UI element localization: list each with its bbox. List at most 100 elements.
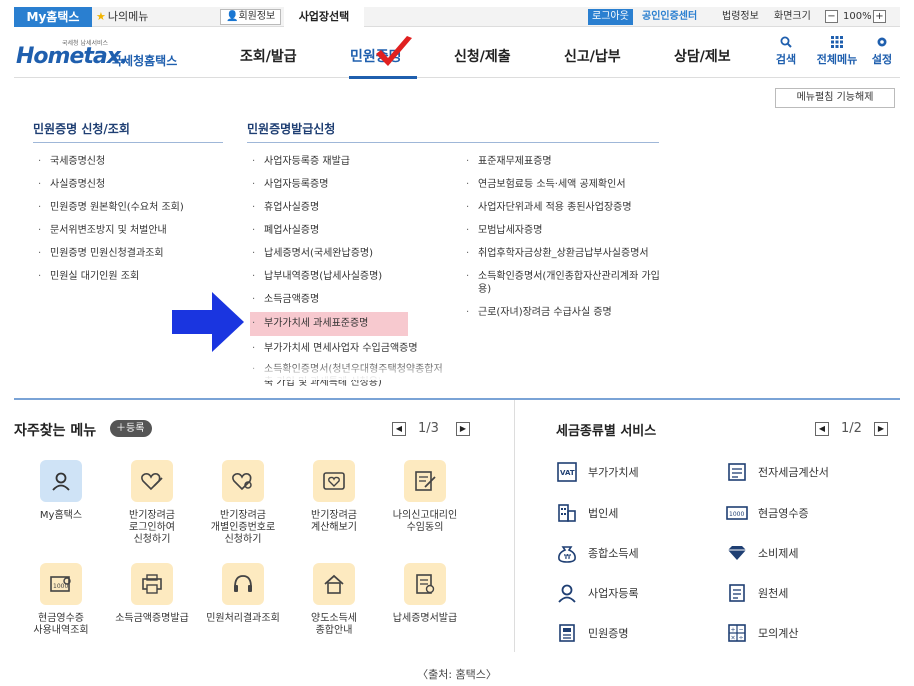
civil-apply-list: 국세증명신청 사실증명신청 민원증명 원본확인(수요처 조회) 문서위변조방지 … [36,155,236,293]
top-utility-bar: My홈택스 ★ 나의메뉴 👤회원정보 사업장선택 로그아웃 공인인증센터 법령정보… [14,7,900,27]
certificate-icon [556,622,578,644]
next-page-button[interactable]: ▶ [456,422,470,436]
quick-menu-tax-cert[interactable]: 납세증명서발급 [380,563,470,625]
menu-item[interactable]: 민원증명 민원신청결과조회 [36,247,236,260]
tax-service-e-invoice[interactable]: 전자세금계산서 [726,461,829,483]
tax-service-label: 민원증명 [588,627,629,640]
tax-service-simulation[interactable]: + − × ÷ 모의계산 [726,622,798,644]
tax-service-withholding[interactable]: 원천세 [726,582,788,604]
search-icon [766,36,806,51]
star-icon: ★ [96,10,106,23]
menu-item-highlighted[interactable]: 부가가치세 과세표준증명 [250,312,408,336]
quick-menu-incentive-cert[interactable]: 반기장려금 개별인증번호로 신청하기 [198,460,288,546]
menu-item[interactable]: 납세증명서(국세완납증명) [250,247,460,260]
tax-service-business-registration[interactable]: 사업자등록 [556,582,639,604]
hometax-page: My홈택스 ★ 나의메뉴 👤회원정보 사업장선택 로그아웃 공인인증센터 법령정보… [0,0,914,686]
menu-item[interactable]: 사업자등록증 재발급 [250,155,460,168]
tax-service-income[interactable]: ₩ 종합소득세 [556,542,639,564]
person-icon: 👤 [226,11,239,22]
quick-menu-transfer-tax[interactable]: 양도소득세 종합안내 [289,563,379,637]
tax-page-indicator: 1/2 [841,421,862,436]
tax-prev-page-button[interactable]: ◀ [815,422,829,436]
search-button[interactable]: 검색 [766,36,806,67]
menu-item[interactable]: 소득확인증명서(개인종합자산관리계좌 가입용) [464,270,660,296]
quick-menu-label: My홈택스 [39,510,83,521]
quick-menu-cash-receipt[interactable]: 1000 현금영수증 사용내역조회 [16,563,106,637]
calculator-icon: + − × ÷ [726,622,748,644]
business-select-button[interactable]: 사업장선택 [284,7,364,27]
quick-menu-label: 민원처리결과조회 [206,613,280,624]
menu-item[interactable]: 연금보험료등 소득·세액 공제확인서 [464,178,660,191]
quick-menu-incentive-calc[interactable]: 반기장려금 계산해보기 [289,460,379,534]
prev-page-button[interactable]: ◀ [392,422,406,436]
section-title-civil-apply: 민원증명 신청/조회 [33,122,130,136]
menu-item[interactable]: 표준재무제표증명 [464,155,660,168]
tax-service-consumption[interactable]: 소비제세 [726,542,798,564]
all-menu-button[interactable]: 전체메뉴 [814,36,860,67]
my-hometax-link[interactable]: My홈택스 [14,7,92,27]
law-info-link[interactable]: 법령정보 [722,7,759,27]
quick-menu-my-hometax[interactable]: My홈택스 [16,460,106,522]
quick-menu-incentive-login[interactable]: 반기장려금 로그인하여 신청하기 [107,460,197,546]
tax-service-vat[interactable]: VAT 부가가치세 [556,461,639,483]
cash-receipt-icon: 1000 [726,502,748,524]
menu-item[interactable]: 부가가치세 면세사업자 수입금액증명 [250,342,460,355]
svg-text:1000: 1000 [729,511,744,518]
invoice-icon [726,461,748,483]
svg-text:÷: ÷ [739,635,744,642]
document-print-icon [404,563,446,605]
member-info-label: 회원정보 [238,11,276,22]
public-cert-link[interactable]: 공인인증센터 [642,7,697,27]
hometax-logo[interactable]: 국세청 납세서비스 Hometax. 국세청홈택스 [16,38,196,72]
nav-inquiry[interactable]: 조회/발급 [240,46,297,66]
zoom-in-button[interactable]: + [873,10,886,23]
settings-button[interactable]: 설정 [862,36,902,67]
menu-item[interactable]: 사업자단위과세 적용 종된사업장증명 [464,201,660,214]
logout-button[interactable]: 로그아웃 [588,9,633,25]
frequent-page-indicator: 1/3 [418,421,439,436]
menu-item[interactable]: 근로(자녀)장려금 수급사실 증명 [464,306,660,319]
nav-consult[interactable]: 상담/제보 [674,46,731,66]
building-icon [556,502,578,524]
menu-item[interactable]: 취업후학자금상환_상환금납부사실증명서 [464,247,660,260]
civil-issue-list-col1: 사업자등록증 재발급 사업자등록증명 휴업사실증명 폐업사실증명 납세증명서(국… [250,155,460,389]
tax-service-corporate[interactable]: 법인세 [556,502,618,524]
menu-item[interactable]: 소득금액증명 [250,293,460,306]
menu-item[interactable]: 납부내역증명(납세사실증명) [250,270,460,283]
house-icon [313,563,355,605]
quick-menu-result-inquiry[interactable]: 민원처리결과조회 [198,563,288,625]
menu-item[interactable]: 사실증명신청 [36,178,236,191]
settings-label: 설정 [871,53,893,66]
menu-item[interactable]: 국세증명신청 [36,155,236,168]
my-menu-link[interactable]: ★ 나의메뉴 [96,7,148,27]
nav-report-pay[interactable]: 신고/납부 [564,46,621,66]
menu-item[interactable]: 민원증명 원본확인(수요처 조회) [36,201,236,214]
quick-menu-label: 납세증명서발급 [392,613,458,624]
quick-menu-agent-consent[interactable]: 나의신고대리인 수임동의 [380,460,470,534]
menu-item[interactable]: 휴업사실증명 [250,201,460,214]
quick-menu-income-cert[interactable]: 소득금액증명발급 [107,563,197,625]
section-separator [14,398,900,400]
tax-service-cash-receipt[interactable]: 1000 현금영수증 [726,502,809,524]
printer-icon [131,563,173,605]
search-label: 검색 [775,53,797,66]
tax-next-page-button[interactable]: ▶ [874,422,888,436]
menu-item[interactable]: 모범납세자증명 [464,224,660,237]
menu-item[interactable]: 폐업사실증명 [250,224,460,237]
main-header: 국세청 납세서비스 Hometax. 국세청홈택스 조회/발급 민원증명 신청/… [14,28,902,79]
register-button[interactable]: ＋등록 [110,420,153,437]
section-divider [33,142,223,143]
tax-service-label: 소비제세 [758,547,799,560]
list-overflow-fade [248,360,468,380]
nav-application[interactable]: 신청/제출 [454,46,511,66]
member-info-button[interactable]: 👤회원정보 [220,9,282,25]
section-divider [247,142,659,143]
menu-item[interactable]: 사업자등록증명 [250,178,460,191]
menu-expand-toggle-button[interactable]: 메뉴펼침 기능해제 [775,88,895,108]
menu-item[interactable]: 문서위변조방지 및 처벌안내 [36,224,236,237]
svg-text:×: × [731,635,736,642]
menu-item[interactable]: 민원실 대기인원 조회 [36,270,236,283]
tax-service-civil-certificate[interactable]: 민원증명 [556,622,628,644]
zoom-out-button[interactable]: − [825,10,838,23]
frequent-menu-title: 자주찾는 메뉴 [14,423,97,439]
